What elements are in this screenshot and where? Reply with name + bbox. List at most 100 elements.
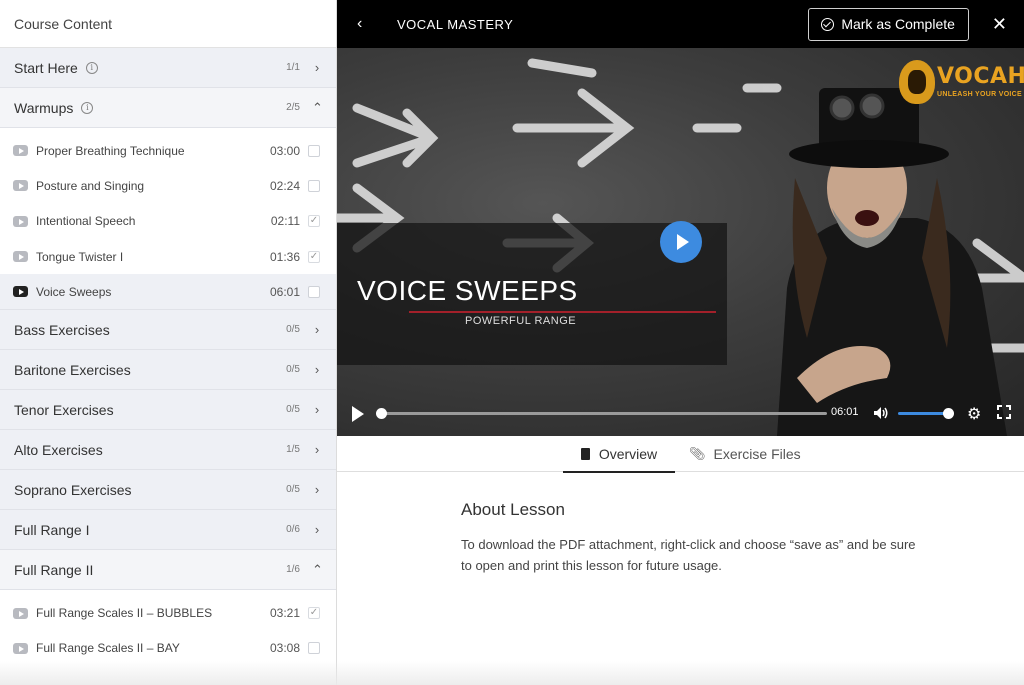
section-name: Full Range II xyxy=(14,561,94,578)
section-count: 0/6 xyxy=(286,524,300,536)
fullscreen-icon[interactable] xyxy=(997,405,1011,419)
lesson-complete-checkbox[interactable] xyxy=(308,642,320,655)
section-warmups[interactable]: Warmups i 2/5 ⌃ xyxy=(0,88,336,128)
play-button-large[interactable] xyxy=(660,221,702,263)
volume-slider[interactable] xyxy=(898,412,948,415)
about-lesson-heading: About Lesson xyxy=(461,500,565,519)
lesson-complete-checkbox[interactable]: ✓ xyxy=(308,215,320,228)
section-count: 0/5 xyxy=(286,404,300,416)
lesson-item[interactable]: Full Range Scales II – BUBBLES 03:21 ✓ xyxy=(0,595,336,630)
chevron-right-icon: › xyxy=(314,522,320,538)
section-name: Start Here xyxy=(14,59,78,76)
lesson-list-full-range-ii: Full Range Scales II – BUBBLES 03:21 ✓ F… xyxy=(0,590,336,666)
lesson-complete-checkbox[interactable]: ✓ xyxy=(308,250,320,263)
lesson-complete-checkbox[interactable] xyxy=(308,285,320,298)
info-icon[interactable]: i xyxy=(81,101,94,114)
lesson-title: Full Range Scales II – BUBBLES xyxy=(36,606,213,621)
paperclip-icon: 📎︎ xyxy=(689,446,706,461)
lesson-item[interactable]: Full Range Scales II – BAY 03:08 xyxy=(0,631,336,666)
settings-gear-icon[interactable]: ⚙ xyxy=(967,404,981,424)
section-bass-exercises[interactable]: Bass Exercises 0/5 › xyxy=(0,310,336,351)
chevron-right-icon: › xyxy=(314,482,320,498)
vocah-logo: VOCAH UNLEASH YOUR VOICE xyxy=(899,60,1024,112)
check-circle-icon xyxy=(821,17,835,31)
lesson-item[interactable]: Tongue Twister I 01:36 ✓ xyxy=(0,239,336,274)
section-count: 1/1 xyxy=(286,62,300,73)
volume-handle[interactable] xyxy=(943,408,954,419)
instructor-figure xyxy=(777,88,1007,436)
info-icon[interactable]: i xyxy=(85,61,98,74)
section-full-range-ii[interactable]: Full Range II 1/6 ⌃ xyxy=(0,550,336,591)
section-name: Alto Exercises xyxy=(14,441,103,458)
section-name: Full Range I xyxy=(14,521,90,538)
section-name: Bass Exercises xyxy=(14,321,110,338)
lesson-title: Full Range Scales II – BAY xyxy=(36,641,180,656)
progress-bar[interactable] xyxy=(377,412,827,415)
section-full-range-i[interactable]: Full Range I 0/6 › xyxy=(0,510,336,551)
mark-complete-label: Mark as Complete xyxy=(841,16,955,32)
section-count: 1/5 xyxy=(286,444,300,456)
lesson-title: Tongue Twister I xyxy=(36,249,124,264)
mark-complete-button[interactable]: Mark as Complete xyxy=(808,7,969,41)
video-icon xyxy=(13,607,28,619)
video-icon xyxy=(13,251,28,263)
chevron-right-icon: › xyxy=(314,60,320,75)
section-start-here[interactable]: Start Here i 1/1 › xyxy=(0,48,336,88)
section-count: 0/5 xyxy=(286,484,300,496)
lesson-list-warmups: Proper Breathing Technique 03:00 Posture… xyxy=(0,128,336,311)
lesson-title: Proper Breathing Technique xyxy=(36,143,185,158)
close-icon[interactable]: ✕ xyxy=(992,14,1007,35)
volume-icon[interactable] xyxy=(873,406,889,420)
lesson-duration: 01:36 xyxy=(269,249,300,264)
lesson-item-active[interactable]: Voice Sweeps 06:01 xyxy=(0,274,336,310)
chevron-left-icon[interactable]: ‹ xyxy=(357,15,371,33)
lesson-complete-checkbox[interactable] xyxy=(308,144,320,157)
course-title: VOCAL MASTERY xyxy=(397,16,514,32)
lion-icon xyxy=(899,60,935,104)
tab-label: Exercise Files xyxy=(713,446,801,462)
section-count: 0/5 xyxy=(286,364,300,376)
about-lesson-body: To download the PDF attachment, right-cl… xyxy=(461,537,916,573)
lesson-duration: 03:08 xyxy=(269,641,300,656)
video-icon xyxy=(13,642,28,654)
chevron-up-icon: ⌃ xyxy=(312,561,323,577)
video-title-overlay: VOICE SWEEPS xyxy=(357,275,578,306)
video-player[interactable]: VOICE SWEEPS POWERFUL RANGE VOCAH UNLEAS… xyxy=(337,48,1024,436)
section-soprano-exercises[interactable]: Soprano Exercises 0/5 › xyxy=(0,470,336,511)
lesson-title: Voice Sweeps xyxy=(36,284,112,299)
tab-label: Overview xyxy=(598,445,658,462)
lesson-duration: 02:24 xyxy=(269,178,300,193)
lesson-item[interactable]: Proper Breathing Technique 03:00 xyxy=(0,133,336,168)
progress-handle[interactable] xyxy=(376,408,387,419)
section-name: Warmups xyxy=(14,99,74,116)
lesson-complete-checkbox[interactable]: ✓ xyxy=(308,607,320,620)
video-icon xyxy=(13,215,28,227)
lesson-topbar: ‹ VOCAL MASTERY Mark as Complete ✕ xyxy=(337,0,1024,48)
lesson-overview: About Lesson To download the PDF attachm… xyxy=(461,500,921,576)
section-alto-exercises[interactable]: Alto Exercises 1/5 › xyxy=(0,430,336,471)
logo-text: VOCAH xyxy=(937,64,1024,89)
tab-overview[interactable]: Overview xyxy=(563,436,675,473)
lesson-duration: 03:21 xyxy=(269,606,300,621)
lesson-item[interactable]: Posture and Singing 02:24 xyxy=(0,168,336,203)
video-subtitle-overlay: POWERFUL RANGE xyxy=(465,315,577,327)
section-name: Tenor Exercises xyxy=(14,401,114,418)
chevron-right-icon: › xyxy=(314,442,320,458)
course-sidebar: Course Content Start Here i 1/1 › Warmup… xyxy=(0,0,337,685)
section-name: Soprano Exercises xyxy=(14,481,132,498)
section-count: 0/5 xyxy=(286,324,300,336)
lesson-duration: 03:00 xyxy=(269,143,300,158)
tab-exercise-files[interactable]: 📎︎ Exercise Files xyxy=(689,436,801,472)
document-icon xyxy=(580,447,590,460)
section-count: 1/6 xyxy=(286,564,300,576)
chevron-right-icon: › xyxy=(314,402,320,418)
logo-tagline: UNLEASH YOUR VOICE xyxy=(937,91,1023,98)
video-icon xyxy=(13,180,28,192)
section-tenor-exercises[interactable]: Tenor Exercises 0/5 › xyxy=(0,390,336,431)
lesson-complete-checkbox[interactable] xyxy=(308,179,320,192)
lesson-item[interactable]: Intentional Speech 02:11 ✓ xyxy=(0,204,336,239)
lesson-duration: 02:11 xyxy=(270,214,300,229)
play-icon[interactable] xyxy=(352,406,364,422)
lesson-duration: 06:01 xyxy=(269,284,300,299)
section-baritone-exercises[interactable]: Baritone Exercises 0/5 › xyxy=(0,350,336,391)
